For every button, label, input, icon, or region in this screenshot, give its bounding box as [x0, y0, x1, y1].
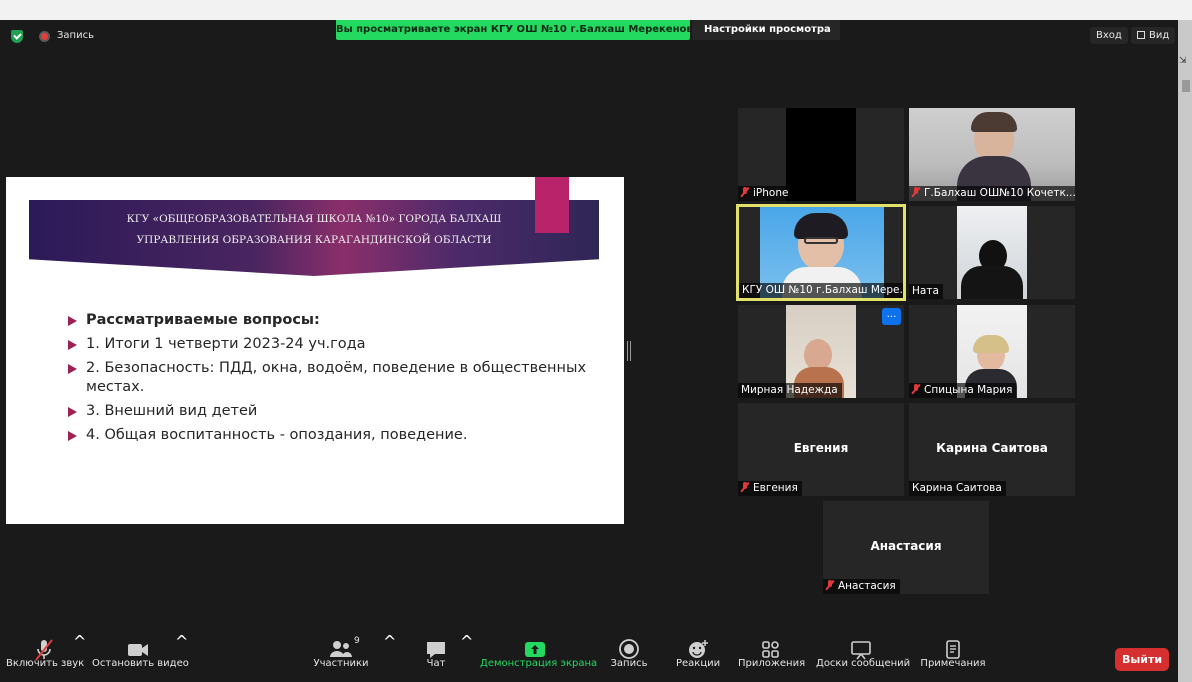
- participant-display-name: Евгения: [793, 441, 849, 455]
- participant-tile-iphone[interactable]: iPhone: [738, 108, 904, 201]
- participants-options-caret-icon[interactable]: ^: [383, 632, 396, 682]
- mic-muted-icon: [741, 187, 749, 197]
- participant-tile-spitsyna[interactable]: Спицына Мария: [909, 305, 1075, 398]
- scroll-thumb[interactable]: [1182, 80, 1190, 92]
- more-options-icon[interactable]: ...: [882, 308, 901, 325]
- stop-video-button[interactable]: Остановить видео: [92, 632, 189, 682]
- video-feed: [786, 108, 856, 201]
- resize-mark-icon: ⇲: [1179, 56, 1187, 66]
- notes-icon: [920, 632, 986, 659]
- participant-name: Ната: [909, 284, 943, 299]
- view-label: Вид: [1149, 30, 1170, 41]
- participant-name: Мирная Надежда: [738, 383, 842, 398]
- whiteboards-button[interactable]: Доски сообщений: [816, 632, 910, 682]
- participant-name: Карина Саитова: [909, 481, 1006, 496]
- mic-muted-icon: [6, 632, 82, 661]
- slide-header-line2: УПРАВЛЕНИЯ ОБРАЗОВАНИЯ КАРАГАНДИНСКОЙ ОБ…: [136, 234, 492, 246]
- mic-muted-icon: [912, 384, 920, 394]
- participant-tile-karina[interactable]: Карина Саитова Карина Саитова: [909, 403, 1075, 496]
- participants-button[interactable]: 9 Участники: [312, 632, 370, 682]
- participant-name: Спицына Мария: [909, 383, 1017, 398]
- participants-count: 9: [354, 636, 360, 646]
- screen-share-banner: Вы просматриваете экран КГУ ОШ №10 г.Бал…: [336, 20, 690, 40]
- slide-bullet-3: 3. Внешний вид детей: [68, 402, 588, 421]
- record-icon: [608, 632, 650, 659]
- participant-display-name: Анастасия: [870, 539, 942, 553]
- apps-button[interactable]: Приложения: [738, 632, 805, 682]
- view-button[interactable]: Вид: [1131, 27, 1176, 44]
- chat-options-caret-icon[interactable]: ^: [460, 632, 473, 682]
- meeting-topbar: Запись Вы просматриваете экран КГУ ОШ №1…: [0, 20, 1178, 52]
- participant-name: iPhone: [738, 186, 793, 201]
- unmute-button[interactable]: Включить звук: [6, 632, 84, 682]
- camera-icon: [92, 632, 184, 658]
- chat-icon: [416, 632, 456, 658]
- view-options-label: Настройки просмотра: [704, 24, 831, 35]
- shield-icon[interactable]: [11, 30, 23, 43]
- leave-button[interactable]: Выйти: [1115, 648, 1169, 671]
- audio-options-caret-icon[interactable]: ^: [73, 632, 86, 682]
- participant-name: КГУ ОШ №10 г.Балхаш Мере...: [739, 283, 903, 298]
- slide-bullets: Рассматриваемые вопросы: 1. Итоги 1 четв…: [68, 311, 588, 450]
- participant-tile-kochetkova[interactable]: Г.Балхаш ОШ№10 Кочетк...: [909, 108, 1075, 201]
- mic-muted-icon: [741, 482, 749, 492]
- participant-tile-nata[interactable]: Ната: [909, 206, 1075, 299]
- slide-accent-tab: [535, 177, 569, 233]
- participant-tile-mirnaya[interactable]: ... Мирная Надежда: [738, 305, 904, 398]
- apps-icon: [738, 632, 804, 658]
- slide-header-banner: КГУ «ОБЩЕОБРАЗОВАТЕЛЬНАЯ ШКОЛА №10» ГОРО…: [29, 200, 599, 276]
- reactions-button[interactable]: Реакции: [676, 632, 720, 682]
- participant-name: Евгения: [738, 481, 802, 496]
- video-options-caret-icon[interactable]: ^: [175, 632, 188, 682]
- slide-bullet-4: 4. Общая воспитанность - опоздания, пове…: [68, 426, 588, 445]
- enter-button[interactable]: Вход: [1090, 27, 1128, 44]
- recording-icon[interactable]: [39, 31, 50, 42]
- window-top-strip: [0, 0, 1192, 20]
- meeting-toolbar: Включить звук ^ Остановить видео ^ 9 Уча…: [0, 632, 1178, 682]
- shared-slide: КГУ «ОБЩЕОБРАЗОВАТЕЛЬНАЯ ШКОЛА №10» ГОРО…: [6, 177, 624, 524]
- slide-bullet-1: 1. Итоги 1 четверти 2023-24 уч.года: [68, 335, 588, 354]
- slide-bullet-2: 2. Безопасность: ПДД, окна, водоём, пове…: [68, 359, 588, 397]
- grid-icon: [1137, 31, 1145, 39]
- participant-name: Анастасия: [823, 579, 900, 594]
- slide-bullet-heading: Рассматриваемые вопросы:: [68, 311, 588, 330]
- participants-icon: 9: [312, 632, 370, 658]
- participant-tile-active-speaker[interactable]: КГУ ОШ №10 г.Балхаш Мере...: [736, 204, 906, 301]
- slide-header-line1: КГУ «ОБЩЕОБРАЗОВАТЕЛЬНАЯ ШКОЛА №10» ГОРО…: [126, 213, 502, 225]
- whiteboard-icon: [816, 632, 906, 660]
- mic-muted-icon: [912, 187, 920, 197]
- right-edge-scrollbar[interactable]: ⇲: [1178, 20, 1192, 682]
- share-screen-icon: [480, 632, 590, 658]
- reactions-icon: [676, 632, 720, 658]
- participant-display-name: Карина Саитова: [936, 441, 1048, 455]
- video-feed: [957, 206, 1027, 299]
- participant-tile-anastasiya[interactable]: Анастасия Анастасия: [823, 501, 989, 594]
- participant-tile-evgeniya[interactable]: Евгения Евгения: [738, 403, 904, 496]
- view-options-button[interactable]: Настройки просмотра ⌄: [692, 20, 840, 40]
- share-screen-button[interactable]: Демонстрация экрана: [480, 632, 597, 682]
- record-button[interactable]: Запись: [608, 632, 650, 682]
- notes-button[interactable]: Примечания: [920, 632, 986, 682]
- chat-button[interactable]: Чат: [416, 632, 456, 682]
- participant-name: Г.Балхаш ОШ№10 Кочетк...: [909, 186, 1075, 201]
- split-view-handle[interactable]: [627, 341, 631, 361]
- recording-label[interactable]: Запись: [57, 30, 94, 41]
- mic-muted-icon: [826, 580, 834, 590]
- chevron-down-icon: ⌄: [825, 25, 832, 34]
